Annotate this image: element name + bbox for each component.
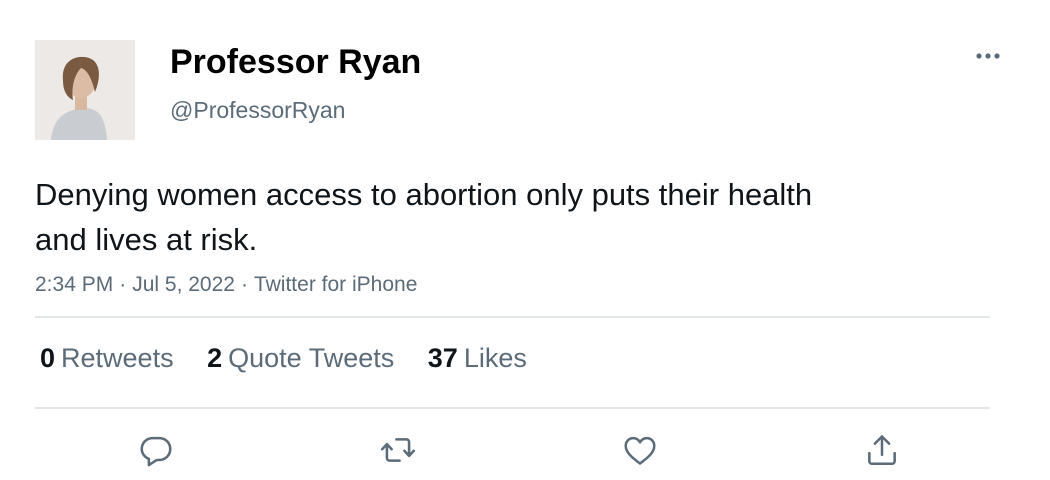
retweets-label: Retweets <box>61 343 174 373</box>
avatar[interactable] <box>35 40 135 140</box>
like-button[interactable] <box>618 428 662 472</box>
retweets-stat[interactable]: 0 Retweets <box>40 340 174 376</box>
tweet-stats: 0 Retweets 2 Quote Tweets 37 Likes <box>40 340 553 376</box>
more-options-button[interactable] <box>970 42 1006 70</box>
tweet-date[interactable]: Jul 5, 2022 <box>132 273 235 296</box>
tweet-source[interactable]: Twitter for iPhone <box>254 273 417 296</box>
retweet-button[interactable] <box>376 428 420 472</box>
likes-label: Likes <box>463 343 527 373</box>
quote-tweets-stat[interactable]: 2 Quote Tweets <box>207 340 394 376</box>
reply-icon <box>140 436 172 467</box>
divider <box>35 407 990 409</box>
display-name[interactable]: Professor Ryan <box>170 42 421 82</box>
meta-separator: · <box>119 273 127 296</box>
tweet-actions-bar <box>0 428 1050 474</box>
share-icon <box>868 435 896 466</box>
meta-separator: · <box>240 273 248 296</box>
likes-count: 37 <box>427 343 458 373</box>
avatar-image <box>35 40 135 140</box>
divider <box>35 316 990 318</box>
heart-icon <box>624 436 656 465</box>
user-handle[interactable]: @ProfessorRyan <box>170 96 345 124</box>
likes-stat[interactable]: 37 Likes <box>428 340 527 376</box>
share-button[interactable] <box>860 428 904 472</box>
retweets-count: 0 <box>40 343 56 373</box>
reply-button[interactable] <box>134 428 178 472</box>
tweet-time[interactable]: 2:34 PM <box>35 273 113 296</box>
tweet-metadata: 2:34 PM · Jul 5, 2022 · Twitter for iPhone <box>35 272 417 298</box>
quote-tweets-label: Quote Tweets <box>228 343 395 373</box>
tweet-text: Denying women access to abortion only pu… <box>35 177 813 257</box>
more-horizontal-icon <box>976 53 1000 59</box>
quote-tweets-count: 2 <box>207 343 223 373</box>
retweet-icon <box>380 438 416 462</box>
